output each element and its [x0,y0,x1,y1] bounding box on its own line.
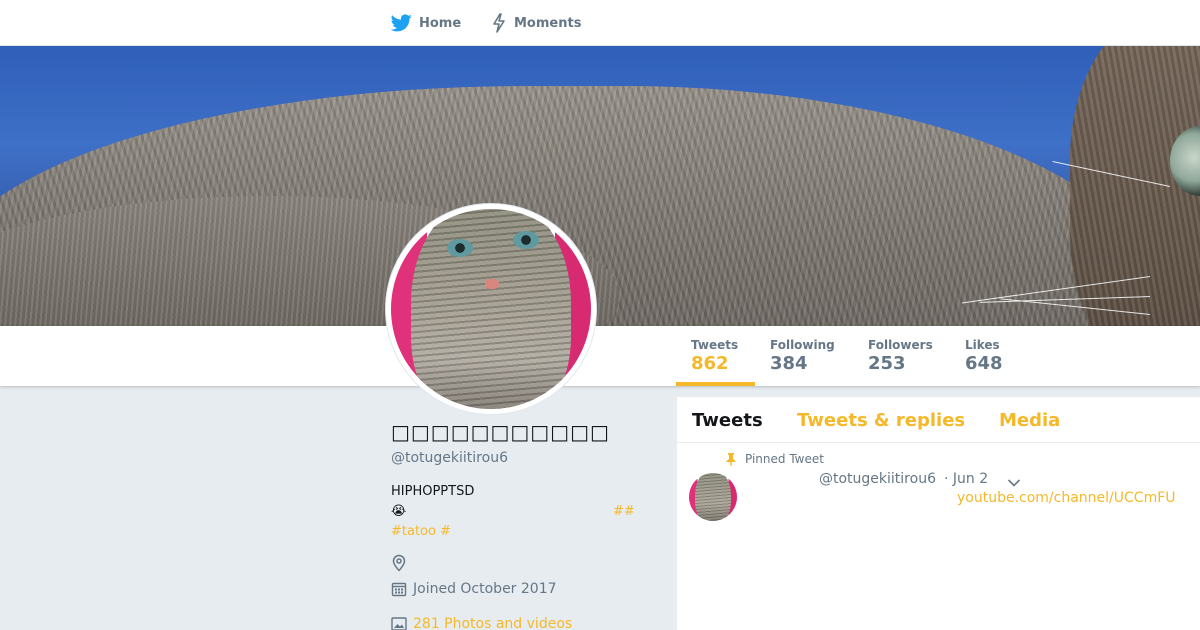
timeline: Tweets Tweets & replies Media Pinned Twe… [677,397,1200,630]
stat-followers-value: 253 [868,353,906,374]
bio-emoji: 😭 [391,504,407,519]
tweet-author-handle[interactable]: @totugekiitirou6 [819,471,936,487]
photos-videos-text: 281 Photos and videos [413,616,573,630]
profile-join-date: Joined October 2017 [391,581,557,597]
stat-likes-value: 648 [965,353,1003,374]
location-pin-icon [392,554,406,572]
stat-following-value: 384 [770,353,808,374]
stat-following[interactable]: Following 384 [770,326,835,386]
pinned-tweet-text: Pinned Tweet [745,452,824,466]
tweet-timestamp[interactable]: · Jun 2 [944,471,988,487]
join-date-text: Joined October 2017 [413,581,557,597]
bio-text: HIPHOPPTSD [391,484,475,499]
timeline-tabs: Tweets Tweets & replies Media [677,397,1200,443]
top-navigation: Home Moments [0,0,1200,46]
nav-home-label: Home [419,15,462,31]
profile-location [391,554,413,572]
pinned-tweet-label: Pinned Tweet [725,452,824,466]
tab-tweets[interactable]: Tweets [692,410,763,431]
profile-fullname[interactable]: □□□□□□□□□□□ [391,420,651,448]
avatar-cat-nose [485,279,499,289]
stat-likes[interactable]: Likes 648 [965,326,1003,386]
pin-icon [726,453,736,466]
avatar-cat-eye [513,231,539,249]
stat-tweets-value: 862 [691,353,729,374]
profile-header-banner [0,46,1200,326]
profile-avatar[interactable] [386,204,596,414]
avatar-cat-face [411,209,571,409]
profile-bio: HIPHOPPTSD 😭 ## #tatoo # [391,482,651,542]
twitter-bird-icon [391,14,412,32]
lightning-bolt-icon [493,13,505,33]
nav-home-link[interactable]: Home [391,0,461,46]
calendar-icon [391,582,407,597]
stat-following-label: Following [770,338,835,352]
profile-stats-bar: Tweets 862 Following 384 Followers 253 L… [0,326,1200,386]
stat-followers[interactable]: Followers 253 [868,326,933,386]
stat-tweets[interactable]: Tweets 862 [676,326,755,386]
tab-media[interactable]: Media [999,410,1060,431]
avatar-image [391,209,591,409]
tweet-avatar-cat-face [695,473,731,521]
stat-tweets-label: Tweets [691,338,739,352]
avatar-cat-eye [447,239,473,257]
nav-moments-label: Moments [514,15,582,31]
bio-hashtag[interactable]: ## [613,502,635,522]
stat-likes-label: Likes [965,338,1000,352]
nav-moments-link[interactable]: Moments [491,0,581,46]
profile-card: □□□□□□□□□□□ @totugekiitirou6 HIPHOPPTSD … [391,420,651,630]
bio-hashtag-link[interactable]: #tatoo # [391,522,451,542]
photos-videos-link[interactable]: 281 Photos and videos [391,616,572,630]
stat-followers-label: Followers [868,338,933,352]
photo-icon [391,617,407,630]
tab-tweets-replies[interactable]: Tweets & replies [797,410,965,431]
tweet-avatar[interactable] [689,473,737,521]
tweet-url-link[interactable]: youtube.com/channel/UCCmFU [957,490,1176,506]
profile-screen-name[interactable]: @totugekiitirou6 [391,450,651,466]
